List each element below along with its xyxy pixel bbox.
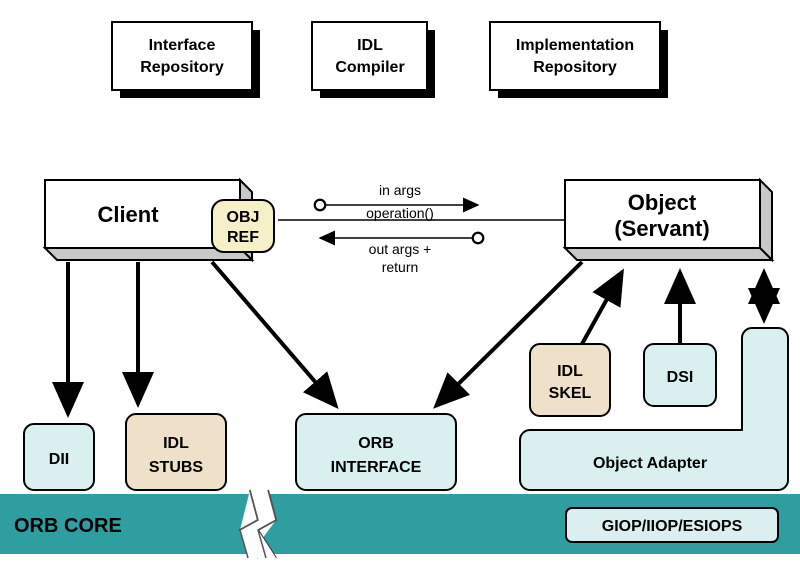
- out-args-label: out args +: [369, 241, 432, 257]
- implementation-repository-label-2: Repository: [533, 59, 617, 76]
- in-args-label: in args: [379, 182, 421, 198]
- interface-repository-label-2: Repository: [140, 59, 224, 76]
- implementation-repository-label-1: Implementation: [516, 37, 634, 54]
- obj-ref-label-2: REF: [227, 229, 259, 246]
- orb-core-label: ORB CORE: [14, 515, 122, 537]
- orb-interface-label-1: ORB: [358, 435, 394, 452]
- object-label-2: (Servant): [614, 216, 709, 241]
- idl-skel-label-2: SKEL: [549, 385, 592, 402]
- dsi-label: DSI: [667, 369, 694, 386]
- obj-ref-label-1: OBJ: [227, 209, 260, 226]
- idl-skel-box: IDL SKEL: [530, 344, 610, 416]
- idl-compiler-box: IDL Compiler: [312, 22, 435, 98]
- dii-box: DII: [24, 424, 94, 490]
- operation-callout: in args operation() out args + return: [278, 182, 565, 275]
- idl-compiler-label-1: IDL: [357, 37, 383, 54]
- idl-skel-label-1: IDL: [557, 363, 583, 380]
- idl-compiler-label-2: Compiler: [335, 59, 404, 76]
- dii-label: DII: [49, 451, 69, 468]
- interface-repository-label-1: Interface: [149, 37, 216, 54]
- idl-stubs-label-2: STUBS: [149, 459, 204, 476]
- dsi-box: DSI: [644, 344, 716, 406]
- orb-interface-label-2: INTERFACE: [331, 459, 422, 476]
- object-adapter-label: Object Adapter: [593, 455, 707, 472]
- client-label: Client: [97, 202, 159, 227]
- object-label-1: Object: [628, 190, 697, 215]
- object-servant-box: Object (Servant): [565, 180, 772, 260]
- idl-stubs-label-1: IDL: [163, 435, 189, 452]
- corba-architecture-diagram: Interface Repository IDL Compiler Implem…: [0, 0, 800, 574]
- interface-repository-box: Interface Repository: [112, 22, 260, 98]
- idl-stubs-box: IDL STUBS: [126, 414, 226, 490]
- operation-label: operation(): [366, 205, 434, 221]
- giop-label: GIOP/IIOP/ESIOPS: [602, 518, 743, 535]
- implementation-repository-box: Implementation Repository: [490, 22, 668, 98]
- return-label: return: [382, 259, 419, 275]
- obj-ref-box: OBJ REF: [212, 200, 274, 252]
- giop-box: GIOP/IIOP/ESIOPS: [566, 508, 778, 542]
- orb-interface-box: ORB INTERFACE: [296, 414, 456, 490]
